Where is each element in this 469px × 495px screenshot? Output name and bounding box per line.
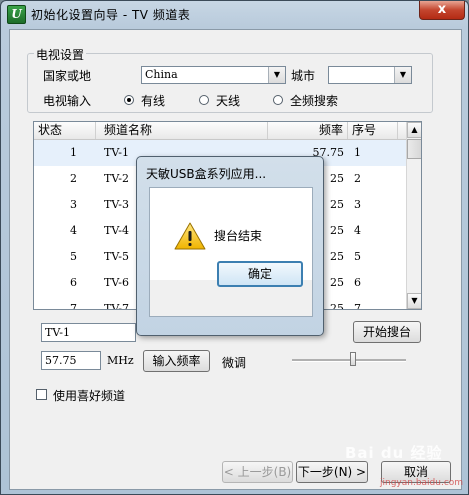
radio-cable[interactable] (124, 95, 134, 105)
radio-antenna-label[interactable]: 天线 (216, 92, 240, 109)
country-value: China (145, 68, 178, 81)
row-index: 6 (354, 276, 361, 289)
header-frequency[interactable]: 频率 (268, 122, 348, 139)
row-number: 5 (70, 250, 77, 263)
close-button[interactable]: x (419, 1, 465, 20)
table-scrollbar[interactable]: ▲ ▼ (406, 122, 421, 309)
row-number: 1 (70, 146, 77, 159)
header-index[interactable]: 序号 (348, 122, 398, 139)
radio-cable-label[interactable]: 有线 (141, 92, 165, 109)
radio-full-scan-label[interactable]: 全频搜索 (290, 92, 338, 109)
row-index: 4 (354, 224, 361, 237)
channel-name-input[interactable]: TV-1 (41, 323, 136, 342)
country-select[interactable]: China ▼ (141, 66, 286, 84)
watermark-text: Bai du 经验 (345, 444, 443, 462)
fine-tune-slider[interactable] (292, 359, 406, 362)
row-number: 3 (70, 198, 77, 211)
row-channel-name: TV-3 (104, 198, 129, 211)
title-bar[interactable]: U 初始化设置向导 - TV 频道表 x (1, 1, 468, 27)
row-number: 2 (70, 172, 77, 185)
wizard-window: U 初始化设置向导 - TV 频道表 x 电视设置 国家或地 China ▼ 城… (0, 0, 469, 495)
tv-input-label: 电视输入 (43, 94, 92, 108)
row-number: 4 (70, 224, 77, 237)
input-frequency-button[interactable]: 输入频率 (143, 350, 210, 372)
header-channel-name[interactable]: 频道名称 (96, 122, 268, 139)
scroll-up-icon[interactable]: ▲ (407, 122, 421, 138)
chevron-down-icon[interactable]: ▼ (394, 67, 411, 83)
watermark-sub: jingyan.baidu.com (380, 478, 464, 488)
row-channel-name: TV-6 (104, 276, 129, 289)
favorites-checkbox[interactable] (36, 389, 47, 400)
next-button[interactable]: 下一步(N) > (296, 461, 368, 483)
radio-full-scan[interactable] (273, 95, 283, 105)
row-index: 5 (354, 250, 361, 263)
row-number: 6 (70, 276, 77, 289)
country-label: 国家或地 (43, 69, 92, 83)
window-title: 初始化设置向导 - TV 频道表 (31, 8, 191, 22)
row-channel-name: TV-1 (104, 146, 129, 159)
row-number: 7 (70, 302, 77, 310)
fine-tune-label: 微调 (222, 356, 247, 370)
dialog-title: 天敏USB盒系列应用... (146, 167, 267, 181)
city-label: 城市 (291, 69, 316, 83)
dialog-body: 搜台结束 (149, 187, 313, 317)
table-header: 状态 频道名称 频率 序号 (34, 122, 406, 140)
row-channel-name: TV-2 (104, 172, 129, 185)
favorites-label[interactable]: 使用喜好频道 (53, 387, 125, 404)
warning-icon (174, 222, 206, 250)
tv-settings-title: 电视设置 (34, 46, 87, 63)
fine-tune-slider-thumb[interactable] (350, 352, 356, 366)
row-channel-name: TV-7 (104, 302, 129, 310)
row-channel-name: TV-5 (104, 250, 129, 263)
header-status[interactable]: 状态 (34, 122, 96, 139)
chevron-down-icon[interactable]: ▼ (268, 67, 285, 83)
frequency-input[interactable]: 57.75 (41, 351, 101, 370)
row-index: 2 (354, 172, 361, 185)
city-select[interactable]: ▼ (328, 66, 412, 84)
row-index: 7 (354, 302, 361, 310)
row-index: 3 (354, 198, 361, 211)
start-scan-button[interactable]: 开始搜台 (353, 321, 421, 343)
scan-complete-dialog: 天敏USB盒系列应用... 搜台结束 确定 (136, 156, 324, 336)
row-channel-name: TV-4 (104, 224, 129, 237)
dialog-message: 搜台结束 (214, 229, 263, 243)
scroll-thumb[interactable] (407, 139, 421, 159)
app-logo-icon: U (7, 5, 26, 24)
row-index: 1 (354, 146, 361, 159)
scroll-down-icon[interactable]: ▼ (407, 293, 421, 309)
frequency-unit: MHz (107, 354, 134, 367)
back-button[interactable]: < 上一步(B) (222, 461, 293, 483)
radio-antenna[interactable] (199, 95, 209, 105)
ok-button[interactable]: 确定 (217, 261, 303, 287)
